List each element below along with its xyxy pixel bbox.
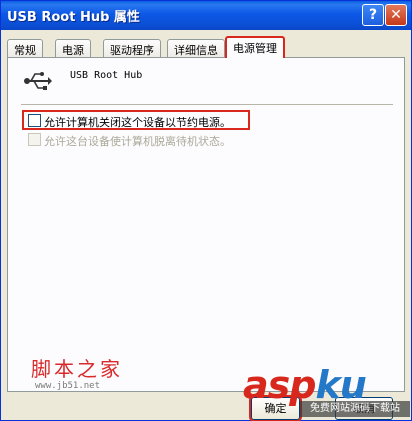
tab-power-management[interactable]: 电源管理 bbox=[225, 36, 285, 58]
device-name: USB Root Hub bbox=[70, 70, 143, 81]
help-button[interactable]: ? bbox=[362, 4, 384, 26]
divider bbox=[21, 104, 393, 105]
allow-wake-checkbox bbox=[28, 133, 41, 146]
allow-wake-label: 允许这台设备使计算机脱离待机状态。 bbox=[44, 135, 231, 148]
allow-power-off-label[interactable]: 允许计算机关闭这个设备以节约电源。 bbox=[44, 114, 231, 130]
tab-power[interactable]: 电源 bbox=[55, 39, 91, 58]
title-bar[interactable]: USB Root Hub 属性 ? ✕ bbox=[1, 1, 411, 30]
properties-dialog: USB Root Hub 属性 ? ✕ 常规 电源 驱动程序 详细信息 电源管理… bbox=[0, 0, 412, 421]
window-title: USB Root Hub 属性 bbox=[7, 10, 140, 25]
tab-general[interactable]: 常规 bbox=[7, 39, 43, 58]
close-button[interactable]: ✕ bbox=[385, 4, 407, 26]
usb-icon bbox=[24, 72, 52, 90]
allow-power-off-option[interactable]: 允许计算机关闭这个设备以节约电源。 bbox=[22, 110, 250, 130]
tab-strip: 常规 电源 驱动程序 详细信息 电源管理 bbox=[7, 36, 407, 58]
tab-driver[interactable]: 驱动程序 bbox=[103, 39, 161, 58]
jb51-url-watermark: www.jb51.net bbox=[35, 381, 101, 391]
aspku-subtitle: 免费网站源码下载站 bbox=[300, 401, 410, 417]
tab-panel: USB Root Hub 允许计算机关闭这个设备以节约电源。 允许这台设备使计算… bbox=[7, 57, 405, 392]
allow-power-off-checkbox[interactable] bbox=[28, 114, 41, 127]
jb51-watermark: 脚本之家 bbox=[31, 357, 123, 381]
tab-details[interactable]: 详细信息 bbox=[167, 39, 225, 58]
